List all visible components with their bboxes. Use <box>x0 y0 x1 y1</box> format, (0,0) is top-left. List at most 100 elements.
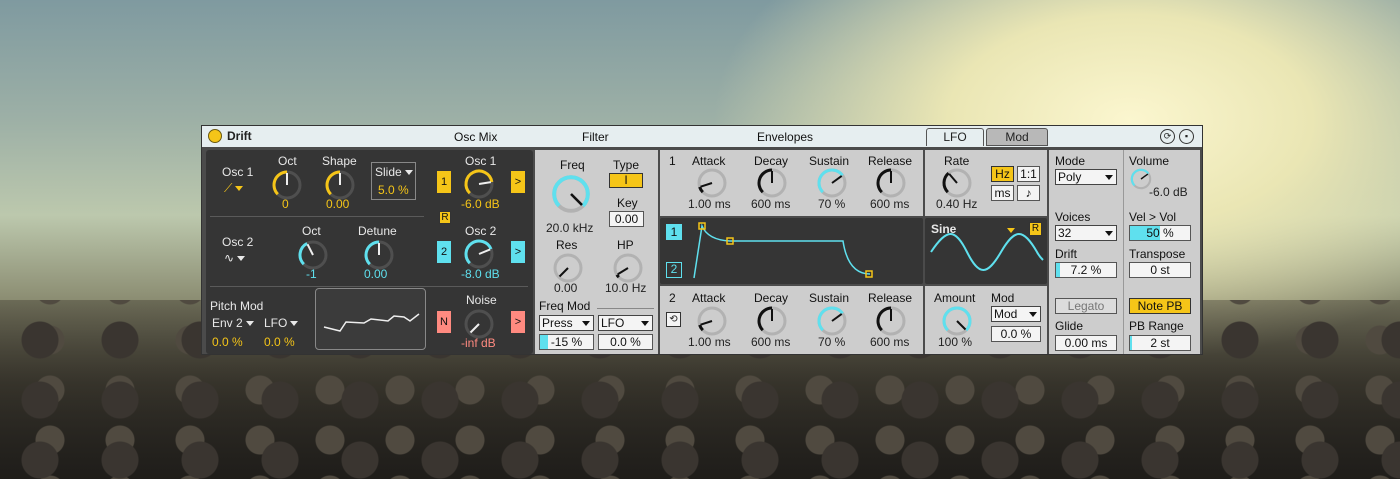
global-divider <box>1123 150 1124 354</box>
env2-sustain-knob[interactable] <box>815 304 849 338</box>
osc1-oct-label: Oct <box>278 154 297 168</box>
lfo-hz-button[interactable]: Hz <box>991 166 1014 182</box>
oscillator-panel: Osc 1 ⟋ Oct 0 Shape 0.00 Slide 5.0 % Osc… <box>206 150 533 354</box>
filter-mod-src2-select[interactable]: LFO <box>598 315 653 331</box>
transpose-value[interactable]: 0 st <box>1129 262 1191 278</box>
drift-value[interactable]: 7.2 % <box>1055 262 1117 278</box>
lfo-mod-label: Mod <box>991 291 1015 305</box>
env1-sustain-knob[interactable] <box>815 166 849 200</box>
freq-mod-line <box>597 308 654 309</box>
env2-release-label: Release <box>868 291 913 305</box>
filter-mod-amt2[interactable]: 0.0 % <box>598 334 653 350</box>
vel-vol-label: Vel > Vol <box>1129 210 1177 224</box>
envelope-display: 1 2 <box>660 218 923 284</box>
env2-release-knob[interactable] <box>874 304 908 338</box>
pitch-mod-amt1[interactable]: 0.0 % <box>212 335 243 349</box>
lfo-rate-knob[interactable] <box>940 166 974 200</box>
mode-select[interactable]: Poly <box>1055 169 1117 185</box>
mix-osc1-filter-button[interactable]: 1 <box>437 171 451 193</box>
osc1-oct-value: 0 <box>282 197 289 211</box>
filter-type-button[interactable]: I <box>609 173 643 188</box>
osc2-detune-value: 0.00 <box>364 267 388 281</box>
mix-osc2-filter-button[interactable]: 2 <box>437 241 451 263</box>
osc2-wave-select[interactable]: ∿ <box>224 251 246 265</box>
lfo-sine-wave <box>930 233 1044 271</box>
hot-swap-icon[interactable]: ⟳ <box>1160 129 1175 144</box>
mix-osc1-knob[interactable] <box>462 167 496 201</box>
pitch-mod-label: Pitch Mod <box>210 299 264 313</box>
mix-osc2-route-button[interactable]: > <box>511 241 525 263</box>
pb-range-label: PB Range <box>1129 319 1184 333</box>
env2-attack-knob[interactable] <box>695 304 729 338</box>
lfo-ms-button[interactable]: ms <box>991 185 1014 201</box>
env2-decay-knob[interactable] <box>755 304 789 338</box>
filter-hp-value: 10.0 Hz <box>605 281 647 295</box>
lfo-note-button[interactable]: ♪ <box>1017 185 1040 201</box>
legato-button[interactable]: Legato <box>1055 298 1117 314</box>
lfo-amount-panel: Amount 100 % Mod Mod 0.0 % <box>925 286 1047 354</box>
filter-hp-label: HP <box>617 238 634 252</box>
filter-res-knob[interactable] <box>551 251 585 285</box>
env1-decay-knob[interactable] <box>755 166 789 200</box>
mix-osc2-value: -8.0 dB <box>461 267 500 281</box>
vel-vol-value[interactable]: 50 % <box>1129 225 1191 241</box>
tab-mod[interactable]: Mod <box>986 128 1048 146</box>
glide-label: Glide <box>1055 319 1084 333</box>
note-pb-button[interactable]: Note PB <box>1129 298 1191 314</box>
filter-freq-knob[interactable] <box>549 172 593 216</box>
device-power-button[interactable] <box>208 129 222 143</box>
section-title-osc-mix: Osc Mix <box>454 130 498 144</box>
env2-attack-label: Attack <box>692 291 726 305</box>
env2-sustain-value: 70 % <box>818 335 846 349</box>
mix-retrigger-button[interactable]: R <box>439 211 451 224</box>
filter-hp-knob[interactable] <box>611 251 645 285</box>
lfo-amount-knob[interactable] <box>940 304 974 338</box>
envelope1-panel: 1 Attack 1.00 ms Decay 600 ms Sustain 70… <box>660 150 923 216</box>
glide-value[interactable]: 0.00 ms <box>1055 335 1117 351</box>
device-name: Drift <box>227 129 252 143</box>
mode-label: Mode <box>1055 154 1086 168</box>
mix-noise-label: Noise <box>466 293 497 307</box>
mix-osc2-knob[interactable] <box>462 237 496 271</box>
env1-release-knob[interactable] <box>874 166 908 200</box>
save-preset-icon[interactable]: ▪ <box>1179 129 1194 144</box>
filter-mod-src1-select[interactable]: Press <box>539 315 594 331</box>
osc1-wave-select[interactable]: ⟋ <box>224 181 244 196</box>
env2-loop-icon[interactable]: ⟲ <box>666 312 681 327</box>
filter-panel: Freq 20.0 kHz Type I Key 0.00 Res 0.00 H… <box>535 150 658 354</box>
pb-range-value[interactable]: 2 st <box>1129 335 1191 351</box>
filter-mod-amt1[interactable]: -15 % <box>539 334 594 350</box>
pitch-mod-amt2[interactable]: 0.0 % <box>264 335 295 349</box>
mix-noise-filter-button[interactable]: N <box>437 311 451 333</box>
osc-mix-column: Osc 1 1 -6.0 dB > R Osc 2 2 -8.0 dB > No… <box>431 150 533 354</box>
shape-mod-value[interactable]: 5.0 % <box>378 183 409 197</box>
volume-label: Volume <box>1129 154 1170 168</box>
osc2-label: Osc 2 <box>222 235 254 249</box>
mix-osc1-route-button[interactable]: > <box>511 171 525 193</box>
voices-label: Voices <box>1055 210 1091 224</box>
pitch-mod-src2[interactable]: LFO <box>264 316 299 330</box>
env2-attack-value: 1.00 ms <box>688 335 731 349</box>
mix-osc1-label: Osc 1 <box>465 154 497 168</box>
lfo-mod-select[interactable]: Mod <box>991 306 1041 322</box>
mix-noise-value: -inf dB <box>461 336 496 350</box>
mix-osc2-label: Osc 2 <box>465 224 497 238</box>
global-panel: Mode Poly Voices 32 Drift 7.2 % Legato G… <box>1049 150 1200 354</box>
tab-lfo[interactable]: LFO <box>926 128 984 146</box>
filter-freq-label: Freq <box>560 158 585 172</box>
envelope2-panel: 2 ⟲ Attack 1.00 ms Decay 600 ms Sustain … <box>660 286 923 354</box>
mix-noise-route-button[interactable]: > <box>511 311 525 333</box>
filter-key-value[interactable]: 0.00 <box>609 211 644 227</box>
env1-number: 1 <box>669 154 676 168</box>
env1-sustain-value: 70 % <box>818 197 846 211</box>
transpose-label: Transpose <box>1129 247 1186 261</box>
pitch-mod-src1[interactable]: Env 2 <box>212 316 254 330</box>
osc2-oct-value: -1 <box>306 267 317 281</box>
shape-mod-select[interactable]: Slide <box>375 165 413 179</box>
voices-select[interactable]: 32 <box>1055 225 1117 241</box>
env1-attack-knob[interactable] <box>695 166 729 200</box>
filter-res-value: 0.00 <box>554 281 578 295</box>
pitch-mod-wave-display <box>323 313 420 332</box>
lfo-sync-ratio-button[interactable]: 1:1 <box>1017 166 1040 182</box>
lfo-mod-value[interactable]: 0.0 % <box>991 326 1041 342</box>
